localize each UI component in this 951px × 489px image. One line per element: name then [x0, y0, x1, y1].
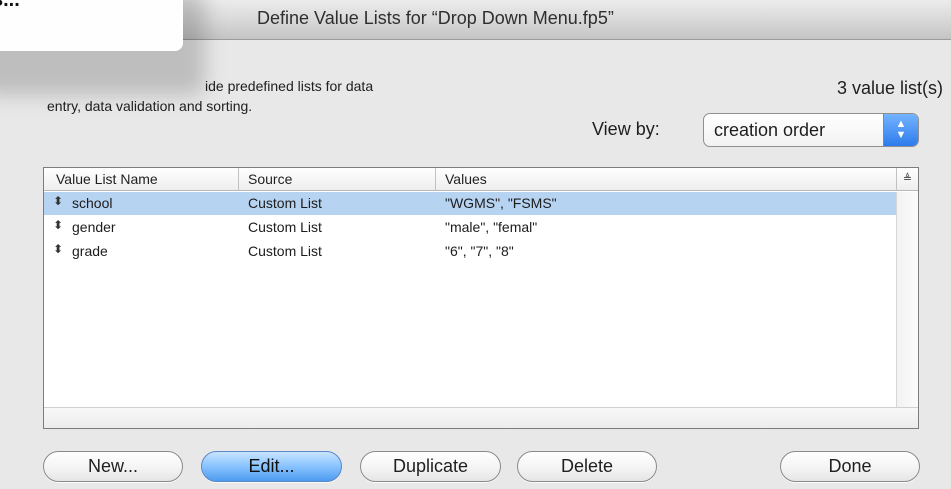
- drag-handle-icon[interactable]: ⬍: [53, 242, 63, 256]
- value-list-source: Custom List: [248, 243, 322, 259]
- value-list-name: school: [72, 195, 113, 211]
- value-list-values: "6", "7", "8": [445, 243, 514, 259]
- column-header-source[interactable]: Source: [248, 171, 292, 187]
- sort-icon[interactable]: ≜: [896, 168, 918, 191]
- horizontal-scrollbar[interactable]: [44, 407, 918, 428]
- window-titlebar: Define Value Lists for “Drop Down Menu.f…: [180, 0, 951, 40]
- view-by-select[interactable]: creation order ▲ ▼: [703, 113, 919, 147]
- value-list-source: Custom List: [248, 195, 322, 211]
- screen: s... Define Value Lists for “Drop Down M…: [0, 0, 951, 489]
- value-list-name: gender: [72, 219, 116, 235]
- column-divider: [238, 168, 239, 191]
- menu-popup-text: s...: [0, 0, 20, 11]
- column-divider: [435, 168, 436, 191]
- drag-handle-icon[interactable]: ⬍: [53, 194, 63, 208]
- value-list-source: Custom List: [248, 219, 322, 235]
- view-by-selected-value: creation order: [714, 120, 826, 140]
- table-row[interactable]: ⬍ gender Custom List "male", "femal": [44, 216, 896, 239]
- value-list-values: "male", "femal": [445, 219, 538, 235]
- edit-button[interactable]: Edit...: [201, 451, 342, 482]
- menu-popup: s...: [0, 0, 183, 51]
- value-list-name: grade: [72, 243, 108, 259]
- column-header-value-list-name[interactable]: Value List Name: [56, 171, 158, 187]
- delete-button[interactable]: Delete: [517, 451, 657, 482]
- value-list-values: "WGMS", "FSMS": [445, 195, 557, 211]
- column-header-values[interactable]: Values: [445, 171, 487, 187]
- value-list-table: Value List Name Source Values ≜ ⬍ school…: [43, 167, 919, 429]
- table-row[interactable]: ⬍ grade Custom List "6", "7", "8": [44, 240, 896, 263]
- duplicate-button[interactable]: Duplicate: [360, 451, 501, 482]
- dialog-description-line-2: entry, data validation and sorting.: [47, 98, 253, 114]
- done-button[interactable]: Done: [780, 451, 920, 482]
- drag-handle-icon[interactable]: ⬍: [53, 218, 63, 232]
- up-down-arrows-icon: ▲ ▼: [883, 114, 918, 146]
- new-button[interactable]: New...: [43, 451, 183, 482]
- table-row[interactable]: ⬍ school Custom List "WGMS", "FSMS": [44, 192, 896, 215]
- value-list-count: 3 value list(s): [836, 78, 943, 98]
- window-title: Define Value Lists for “Drop Down Menu.f…: [257, 8, 614, 28]
- view-by-label: View by:: [592, 119, 660, 139]
- dialog-description-line-1: ide predefined lists for data: [205, 78, 374, 94]
- table-header: Value List Name Source Values ≜: [44, 168, 918, 191]
- table-rows: ⬍ school Custom List "WGMS", "FSMS" ⬍ ge…: [44, 192, 896, 407]
- vertical-scrollbar[interactable]: [896, 192, 918, 407]
